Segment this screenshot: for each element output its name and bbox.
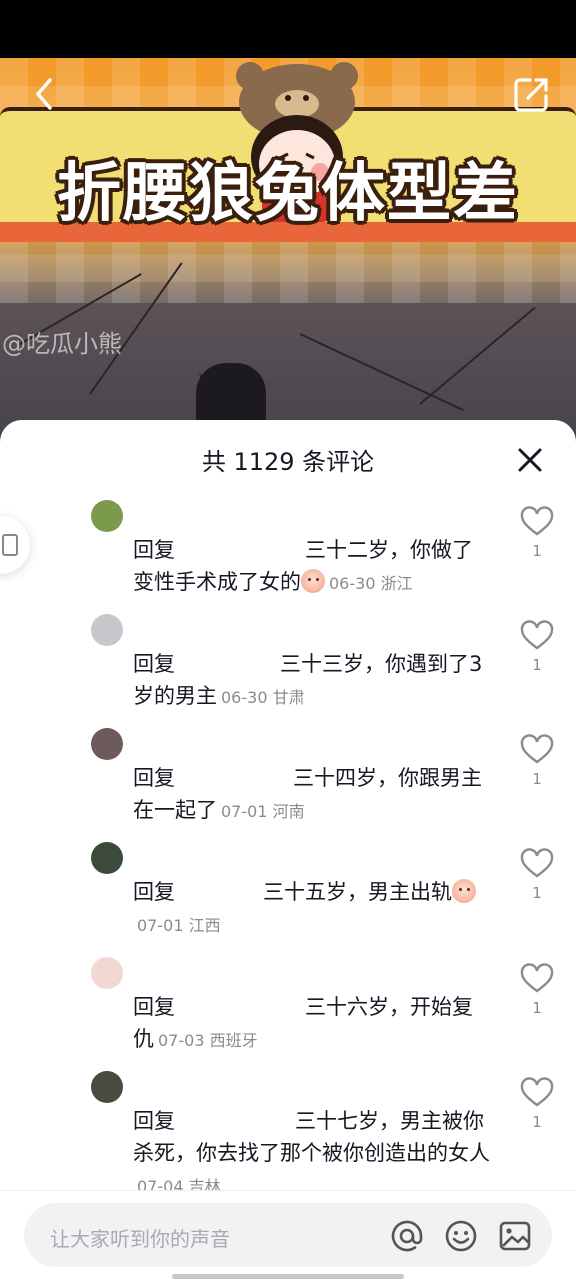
- close-icon[interactable]: [512, 442, 548, 478]
- comment-body: 三十七岁，男主被你杀死，你去找了那个被你创造出的女人: [133, 1109, 490, 1165]
- reply-label: 回复: [133, 995, 175, 1019]
- avatar[interactable]: [91, 614, 123, 646]
- comment-meta: 06-30 甘肃: [221, 688, 305, 707]
- comments-count-title: 共 1129 条评论: [201, 448, 375, 476]
- comment-text: 回复 三十六岁，开始复仇 07-03 西班牙: [133, 991, 493, 1057]
- like-count: 1: [532, 884, 542, 902]
- like-count: 1: [532, 656, 542, 674]
- heart-icon[interactable]: [520, 506, 554, 538]
- heart-icon[interactable]: [520, 963, 554, 995]
- reply-label: 回复: [133, 880, 175, 904]
- comment-meta: 07-01 江西: [137, 916, 221, 935]
- video-watermark: @吃瓜小熊: [2, 330, 122, 358]
- reply-label: 回复: [133, 766, 175, 790]
- comments-sheet: 共 1129 条评论 回复 三十二岁，你做了变性手术成了女的 06-30 浙江 1 回复…: [0, 420, 576, 1280]
- comment-body: 三十三岁，你遇到了3岁的男主: [133, 652, 483, 708]
- back-icon[interactable]: [26, 72, 66, 116]
- comment-input-placeholder: 让大家听到你的声音: [50, 1227, 230, 1251]
- avatar[interactable]: [91, 957, 123, 989]
- home-indicator: [172, 1274, 404, 1279]
- heart-icon[interactable]: [520, 848, 554, 880]
- share-icon[interactable]: [510, 72, 554, 116]
- comment-text: 回复 三十五岁，男主出轨 07-01 江西: [133, 876, 493, 942]
- at-icon[interactable]: [390, 1219, 424, 1253]
- comment-text: 回复 三十二岁，你做了变性手术成了女的 06-30 浙江: [133, 534, 493, 600]
- peach-emoji-icon: [452, 879, 476, 903]
- comment-meta: 07-01 河南: [221, 802, 305, 821]
- heart-icon[interactable]: [520, 734, 554, 766]
- like-count: 1: [532, 770, 542, 788]
- heart-icon[interactable]: [520, 620, 554, 652]
- comment-item[interactable]: 回复 三十七岁，男主被你杀死，你去找了那个被你创造出的女人07-04 吉林 1: [0, 1071, 576, 1196]
- comment-item[interactable]: 回复 三十六岁，开始复仇 07-03 西班牙 1: [0, 957, 576, 1067]
- heart-icon[interactable]: [520, 1077, 554, 1109]
- comment-meta: 07-03 西班牙: [158, 1031, 258, 1050]
- comment-body: 三十四岁，你跟男主在一起了: [133, 766, 482, 822]
- reply-label: 回复: [133, 1109, 175, 1133]
- like-count: 1: [532, 999, 542, 1017]
- comment-body: 三十五岁，男主出轨: [263, 880, 452, 904]
- comment-input-bar: 让大家听到你的声音: [0, 1190, 576, 1281]
- reply-label: 回复: [133, 538, 175, 562]
- like-count: 1: [532, 1113, 542, 1131]
- comment-input[interactable]: 让大家听到你的声音: [24, 1203, 552, 1267]
- smile-icon[interactable]: [444, 1219, 478, 1253]
- image-icon[interactable]: [498, 1219, 532, 1253]
- like-count: 1: [532, 542, 542, 560]
- avatar[interactable]: [91, 1071, 123, 1103]
- avatar[interactable]: [91, 728, 123, 760]
- reply-label: 回复: [133, 652, 175, 676]
- video-title-text: 折腰狼兔体型差: [57, 157, 519, 231]
- avatar[interactable]: [91, 842, 123, 874]
- comment-item[interactable]: 回复 三十二岁，你做了变性手术成了女的 06-30 浙江 1: [0, 500, 576, 610]
- comment-text: 回复 三十三岁，你遇到了3岁的男主 06-30 甘肃: [133, 648, 493, 714]
- peach-emoji-icon: [301, 569, 325, 593]
- comment-meta: 06-30 浙江: [329, 574, 413, 593]
- comment-text: 回复 三十四岁，你跟男主在一起了 07-01 河南: [133, 762, 493, 828]
- status-bar: [0, 0, 576, 58]
- comment-text: 回复 三十七岁，男主被你杀死，你去找了那个被你创造出的女人07-04 吉林: [133, 1105, 493, 1203]
- comment-item[interactable]: 回复 三十五岁，男主出轨 07-01 江西 1: [0, 842, 576, 952]
- comment-item[interactable]: 回复 三十三岁，你遇到了3岁的男主 06-30 甘肃 1: [0, 614, 576, 724]
- avatar[interactable]: [91, 500, 123, 532]
- comment-item[interactable]: 回复 三十四岁，你跟男主在一起了 07-01 河南 1: [0, 728, 576, 838]
